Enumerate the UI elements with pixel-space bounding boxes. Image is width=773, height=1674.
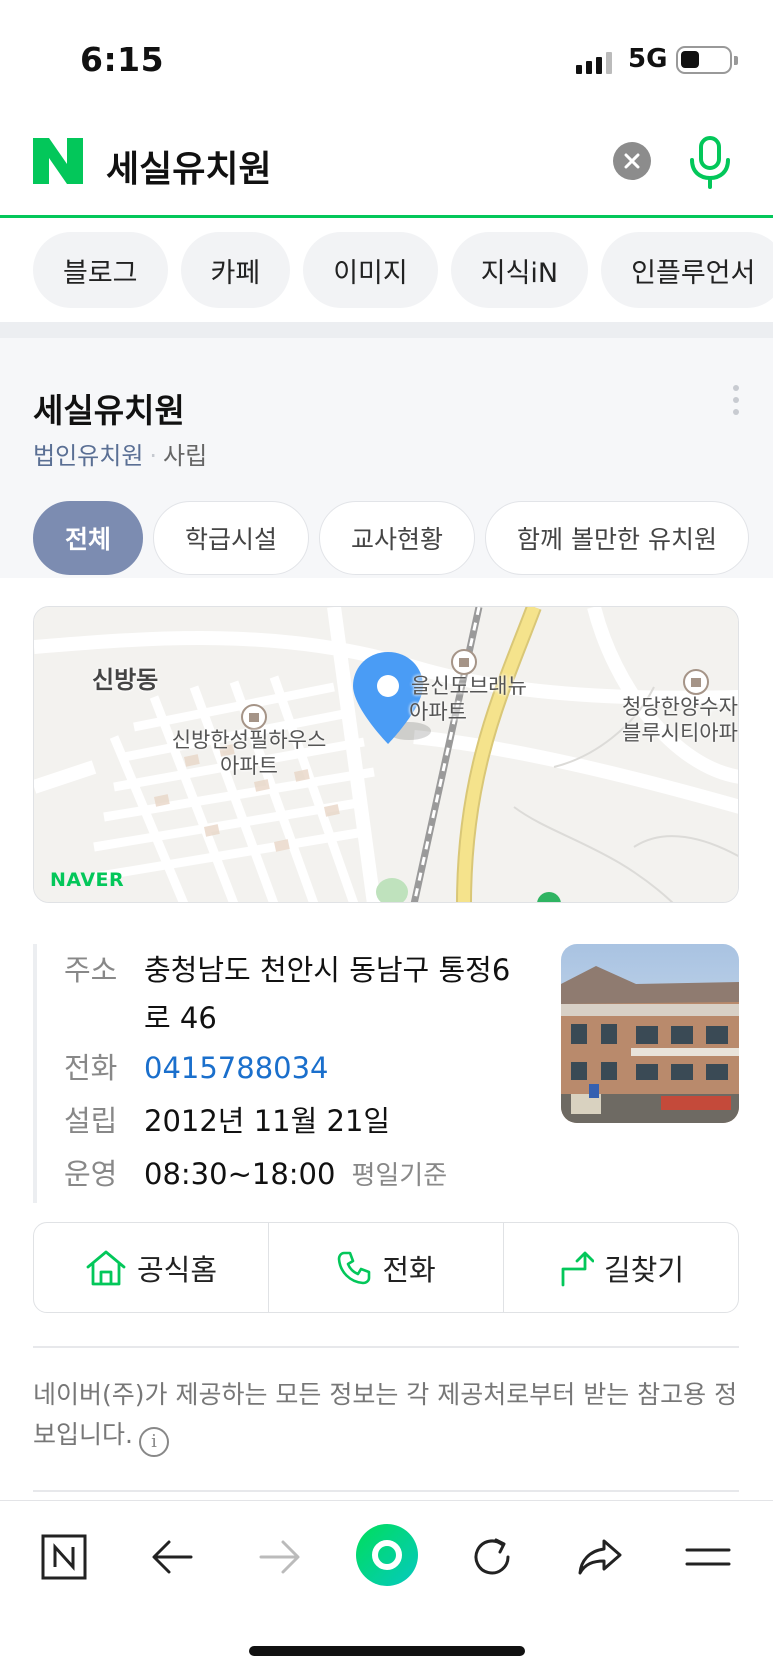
chip-kin[interactable]: 지식iN — [450, 232, 589, 308]
place-info: 주소 충청남도 천안시 동남구 통정6 로 46 전화 0415788034 설… — [33, 944, 533, 1203]
home-icon — [86, 1250, 126, 1285]
homepage-label: 공식홈 — [136, 1252, 218, 1287]
divider — [33, 1490, 739, 1492]
place-filter-tabs: 전체 학급시설 교사현황 함께 볼만한 유치원 — [33, 501, 749, 575]
chip-blog[interactable]: 블로그 — [33, 232, 168, 308]
phone-row: 전화 0415788034 — [64, 1042, 533, 1095]
hours-value: 08:30~18:00 평일기준 — [144, 1157, 448, 1191]
phone-label: 전화 — [64, 1051, 118, 1085]
close-icon — [624, 153, 640, 169]
divider — [33, 1346, 739, 1348]
place-subtitle: 법인유치원 · 사립 — [33, 436, 207, 471]
arrow-left-icon — [152, 1540, 193, 1574]
tab-all[interactable]: 전체 — [33, 501, 144, 575]
forward-button[interactable] — [250, 1527, 310, 1587]
search-input[interactable]: 세실유치원 — [106, 140, 272, 192]
browser-toolbar — [0, 1500, 773, 1674]
chip-cafe[interactable]: 카페 — [180, 232, 291, 308]
tab-related-kindergartens[interactable]: 함께 볼만한 유치원 — [485, 501, 749, 575]
naver-home-button[interactable] — [34, 1527, 94, 1587]
tab-class-facilities[interactable]: 학급시설 — [153, 501, 310, 575]
menu-icon — [685, 1548, 731, 1566]
more-options-icon[interactable] — [730, 385, 742, 419]
directions-icon — [561, 1251, 594, 1286]
building-photo — [561, 944, 739, 1123]
address-value[interactable]: 충청남도 천안시 동남구 통정6 로 46 — [144, 944, 510, 1042]
call-label: 전화 — [382, 1252, 436, 1287]
hours-note: 평일기준 — [351, 1161, 448, 1191]
refresh-button[interactable] — [462, 1527, 522, 1587]
naver-logo-icon[interactable] — [33, 138, 83, 184]
section-divider — [0, 322, 773, 338]
back-button[interactable] — [142, 1527, 202, 1587]
arrow-right-icon — [259, 1540, 300, 1574]
map-label-area: 신방동 — [92, 666, 159, 694]
phone-icon — [338, 1251, 371, 1284]
clear-search-button[interactable] — [613, 142, 651, 180]
address-row: 주소 충청남도 천안시 동남구 통정6 로 46 — [64, 944, 533, 1042]
place-title[interactable]: 세실유치원 — [33, 384, 185, 432]
place-photo[interactable] — [561, 944, 739, 1123]
disclaimer-text: 네이버(주)가 제공하는 모든 정보는 각 제공처로부터 받는 참고용 정보입니… — [33, 1375, 743, 1457]
status-bar: 6:15 5G — [0, 0, 773, 110]
green-dot-button[interactable] — [353, 1521, 421, 1589]
search-category-chips: 블로그 카페 이미지 지식iN 인플루언서 — [33, 232, 773, 308]
status-time: 6:15 — [80, 40, 165, 79]
location-map[interactable]: 신방동 신방한성필하우스 아파트 을신도브래뉴 아파트 청당한양수자 블루시티아파 N… — [33, 606, 739, 903]
place-actions: 공식홈 전화 길찾기 — [33, 1222, 739, 1313]
founded-value: 2012년 11월 21일 — [144, 1104, 391, 1138]
directions-button[interactable]: 길찾기 — [503, 1223, 738, 1312]
tab-teacher-status[interactable]: 교사현황 — [319, 501, 476, 575]
hours-row: 운영 08:30~18:00 평일기준 — [64, 1148, 533, 1203]
share-icon — [578, 1539, 622, 1575]
directions-label: 길찾기 — [603, 1252, 685, 1287]
home-indicator — [249, 1646, 525, 1656]
separator-dot: · — [149, 442, 158, 470]
green-dot-icon — [356, 1524, 418, 1586]
map-label-apartment-2: 을신도브래뉴 아파트 — [409, 674, 527, 724]
signal-icon — [576, 52, 612, 74]
place-type: 사립 — [163, 442, 208, 470]
map-label-apartment-3: 청당한양수자 블루시티아파 — [622, 695, 738, 745]
share-button[interactable] — [570, 1527, 630, 1587]
search-bar: 세실유치원 — [0, 110, 773, 218]
place-category[interactable]: 법인유치원 — [33, 442, 143, 470]
menu-button[interactable] — [678, 1527, 738, 1587]
refresh-icon — [474, 1538, 510, 1575]
network-type: 5G — [628, 44, 668, 74]
info-icon[interactable]: i — [138, 1427, 169, 1457]
phone-link[interactable]: 0415788034 — [144, 1042, 329, 1095]
founded-row: 설립 2012년 11월 21일 — [64, 1095, 533, 1148]
naver-map-watermark: NAVER — [50, 869, 125, 891]
address-label: 주소 — [64, 953, 118, 987]
battery-icon — [676, 46, 738, 74]
naver-n-icon — [41, 1534, 87, 1580]
chip-image[interactable]: 이미지 — [303, 232, 438, 308]
chip-influencer[interactable]: 인플루언서 — [601, 232, 773, 308]
call-button[interactable]: 전화 — [268, 1223, 503, 1312]
founded-label: 설립 — [64, 1104, 118, 1138]
homepage-button[interactable]: 공식홈 — [34, 1223, 268, 1312]
microphone-icon[interactable] — [686, 134, 734, 190]
map-label-apartment-1: 신방한성필하우스 아파트 — [171, 728, 327, 778]
hours-label: 운영 — [64, 1157, 118, 1191]
